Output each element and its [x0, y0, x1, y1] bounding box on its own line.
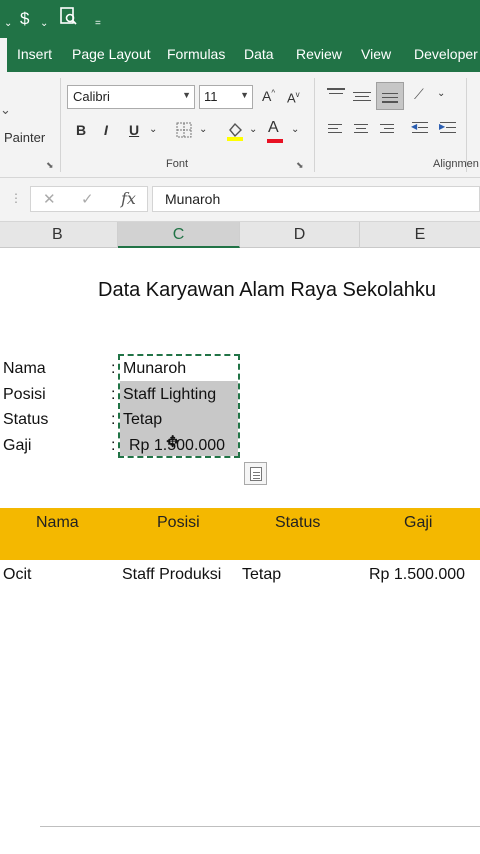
alignment-group-label: Alignmen: [433, 158, 479, 170]
column-headers: B C D E: [0, 222, 480, 248]
tab-page-layout[interactable]: Page Layout: [72, 46, 151, 62]
insert-function-button[interactable]: fx: [121, 189, 136, 208]
move-cursor-icon: ✥: [166, 434, 180, 451]
increase-indent-button[interactable]: ▶: [439, 120, 460, 138]
customize-toolbar-icon[interactable]: =: [95, 12, 101, 36]
clipboard-launcher-icon[interactable]: ⬊: [46, 160, 54, 171]
align-top-button[interactable]: [325, 86, 349, 106]
bold-button[interactable]: B: [76, 122, 86, 138]
font-name-value: Calibri: [73, 89, 110, 104]
chevron-down-icon: ▼: [240, 90, 249, 100]
tab-review[interactable]: Review: [296, 46, 342, 62]
print-preview-icon[interactable]: [60, 7, 78, 34]
field-colon: :: [111, 437, 116, 454]
align-middle-button[interactable]: [351, 86, 375, 106]
field-value-nama[interactable]: Munaroh: [123, 360, 186, 378]
ribbon-separator: [60, 78, 61, 172]
chevron-down-icon[interactable]: ⌄: [437, 88, 445, 99]
table-cell-status[interactable]: Tetap: [242, 566, 281, 584]
align-left-button[interactable]: [328, 122, 348, 138]
worksheet[interactable]: Data Karyawan Alam Raya Sekolahku Nama :…: [0, 248, 480, 854]
tab-home-edge[interactable]: [0, 38, 7, 72]
tab-formulas[interactable]: Formulas: [167, 46, 225, 62]
orientation-icon[interactable]: ⟋: [414, 86, 424, 103]
ribbon-body: ⌄ Painter ⬊ Calibri ▼ 11 ▼ A^ Av B I U ⌄…: [0, 72, 480, 178]
font-color-button[interactable]: A: [267, 119, 283, 143]
tab-view[interactable]: View: [361, 46, 391, 62]
column-header-e[interactable]: E: [360, 222, 480, 248]
chevron-down-icon: ▼: [182, 90, 191, 100]
grip-icon: ⋮: [10, 191, 22, 205]
borders-icon[interactable]: [176, 122, 192, 141]
field-value-status[interactable]: Tetap: [123, 411, 162, 429]
table-header-nama[interactable]: Nama: [36, 514, 79, 532]
field-label-posisi[interactable]: Posisi: [3, 386, 46, 404]
field-value-posisi[interactable]: Staff Lighting: [123, 386, 216, 404]
tab-developer[interactable]: Developer: [414, 46, 478, 62]
font-size-select[interactable]: 11 ▼: [199, 85, 253, 109]
quick-access-toolbar: ⌄ $ ⌄ =: [0, 0, 480, 38]
font-name-select[interactable]: Calibri ▼: [67, 85, 195, 109]
sheet-title[interactable]: Data Karyawan Alam Raya Sekolahku: [98, 279, 436, 302]
column-header-b[interactable]: B: [0, 222, 118, 248]
align-bottom-button[interactable]: [376, 82, 404, 110]
format-painter-button[interactable]: Painter: [4, 130, 45, 145]
table-cell-nama[interactable]: Ocit: [3, 566, 31, 584]
formula-buttons: ✕ ✓ fx: [30, 186, 148, 212]
font-size-value: 11: [204, 89, 218, 104]
fill-color-icon[interactable]: [226, 120, 244, 145]
chevron-down-icon[interactable]: ⌄: [291, 124, 299, 135]
field-colon: :: [111, 411, 116, 428]
table-header-status[interactable]: Status: [275, 514, 320, 532]
field-label-gaji[interactable]: Gaji: [3, 437, 31, 455]
chevron-down-icon[interactable]: ⌄: [199, 124, 207, 135]
chevron-down-icon[interactable]: ⌄: [249, 124, 257, 135]
shrink-font-button[interactable]: Av: [287, 90, 300, 105]
font-group-label: Font: [166, 158, 189, 170]
column-header-c[interactable]: C: [118, 222, 240, 248]
align-right-button[interactable]: [380, 122, 400, 138]
field-colon: :: [111, 386, 116, 403]
field-label-nama[interactable]: Nama: [3, 360, 46, 378]
tab-data[interactable]: Data: [244, 46, 274, 62]
dropdown-arrow-icon[interactable]: ⌄: [4, 12, 12, 36]
decrease-indent-button[interactable]: ◀: [411, 120, 432, 138]
currency-format-button[interactable]: $: [20, 7, 29, 31]
currency-dropdown-icon[interactable]: ⌄: [40, 12, 48, 36]
formula-bar: ⋮ ✕ ✓ fx Munaroh: [0, 178, 480, 222]
italic-button[interactable]: I: [104, 122, 108, 138]
grow-font-button[interactable]: A^: [262, 88, 275, 104]
underline-button[interactable]: U: [129, 122, 139, 138]
table-cell-posisi[interactable]: Staff Produksi: [122, 566, 221, 584]
clipboard-arrow-icon[interactable]: ⌄: [0, 102, 11, 118]
ribbon-separator: [314, 78, 315, 172]
divider: [40, 826, 480, 827]
table-cell-gaji[interactable]: Rp 1.500.000: [369, 566, 465, 584]
ribbon-tabs: Insert Page Layout Formulas Data Review …: [0, 38, 480, 72]
paste-options-icon[interactable]: [244, 462, 267, 485]
field-label-status[interactable]: Status: [3, 411, 48, 429]
cancel-icon[interactable]: ✕: [43, 190, 56, 208]
formula-input[interactable]: Munaroh: [152, 186, 480, 212]
column-header-d[interactable]: D: [240, 222, 360, 248]
font-launcher-icon[interactable]: ⬊: [296, 160, 304, 171]
field-colon: :: [111, 360, 116, 377]
align-center-button[interactable]: [354, 122, 374, 138]
tab-insert[interactable]: Insert: [17, 46, 52, 62]
table-header-posisi[interactable]: Posisi: [157, 514, 200, 532]
chevron-down-icon[interactable]: ⌄: [149, 124, 157, 135]
enter-icon[interactable]: ✓: [81, 190, 94, 208]
table-header-gaji[interactable]: Gaji: [404, 514, 432, 532]
